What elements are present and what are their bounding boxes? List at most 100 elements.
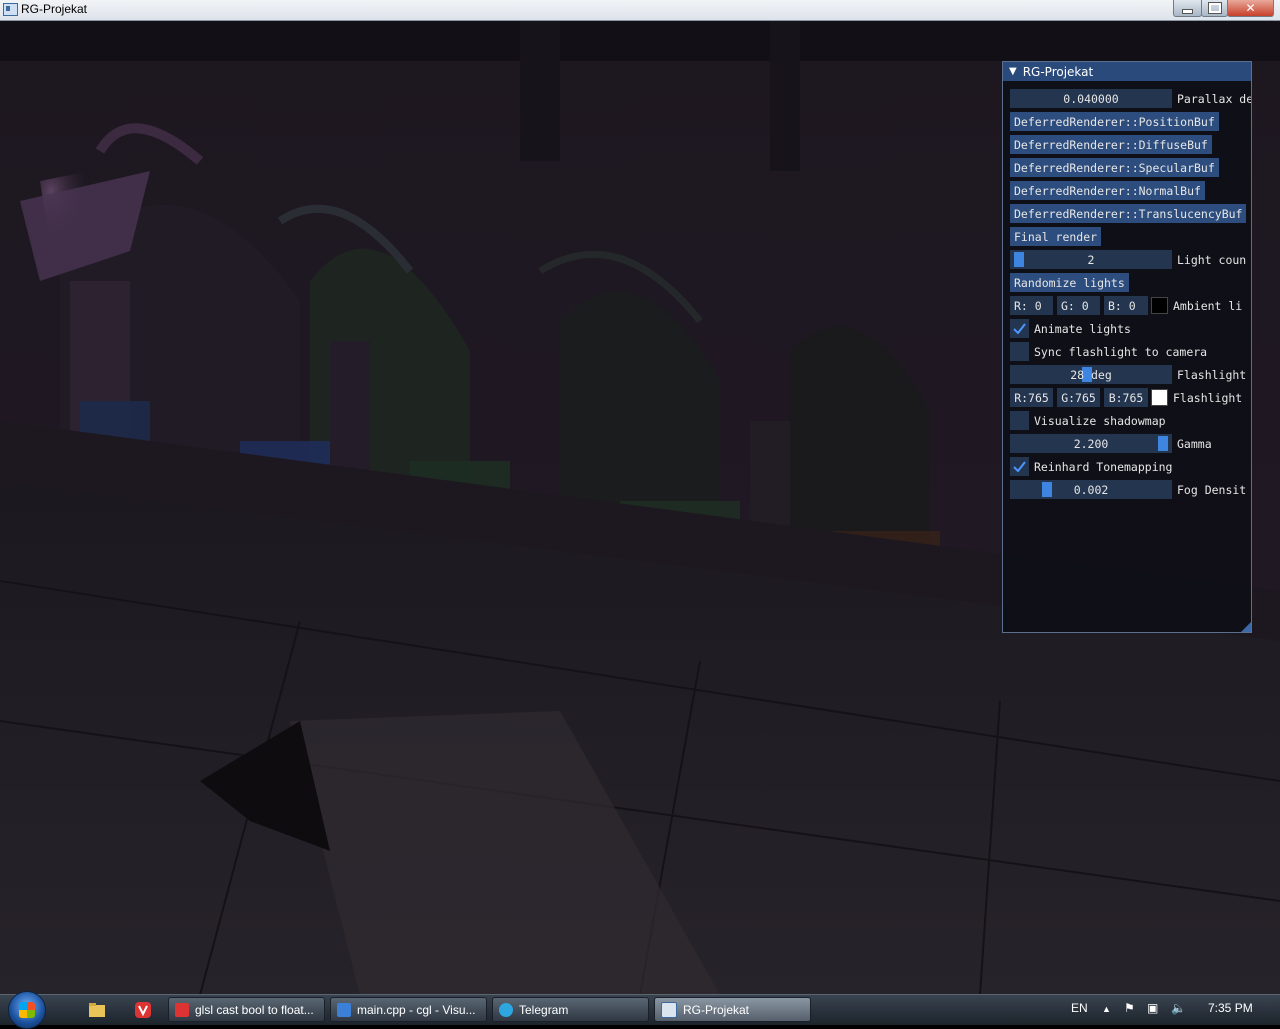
flashlight-r-value: R:765	[1014, 390, 1049, 405]
app-window-icon	[661, 1001, 677, 1018]
final-render-row: Final render	[1010, 227, 1102, 246]
app-window-icon	[3, 3, 18, 16]
gamma-slider[interactable]: 2.200	[1010, 434, 1172, 453]
telegram-icon	[499, 1002, 513, 1017]
animate-lights-checkbox[interactable]	[1010, 319, 1029, 338]
flashlight-angle-row: 28 deg Flashlight	[1010, 365, 1246, 384]
gamma-value: 2.200	[1073, 436, 1109, 451]
explorer-icon[interactable]	[88, 1001, 106, 1019]
windows-logo-icon	[19, 1002, 35, 1018]
taskbar-item-telegram[interactable]: Telegram	[492, 997, 649, 1022]
flashlight-color-row: R:765 G:765 B:765 Flashlight	[1010, 388, 1242, 407]
specular-buf-button[interactable]: DeferredRenderer::SpecularBuf	[1010, 158, 1219, 177]
fog-density-slider[interactable]: 0.002	[1010, 480, 1172, 499]
flashlight-angle-label: Flashlight	[1177, 367, 1247, 382]
panel-header[interactable]: ▼ RG-Projekat	[1003, 62, 1251, 81]
collapse-triangle-icon[interactable]: ▼	[1009, 66, 1017, 77]
gamma-label: Gamma	[1177, 436, 1212, 451]
final-render-button[interactable]: Final render	[1010, 227, 1102, 246]
position-buf-button[interactable]: DeferredRenderer::PositionBuf	[1010, 112, 1219, 131]
minimize-button[interactable]	[1173, 0, 1202, 17]
taskbar-item-label: glsl cast bool to float...	[195, 1002, 314, 1017]
ambient-g-input[interactable]: G: 0	[1057, 296, 1100, 315]
fog-row: 0.002 Fog Densit	[1010, 480, 1246, 499]
buffer-button-row: DeferredRenderer::PositionBuf	[1010, 112, 1219, 131]
resize-grip[interactable]	[1241, 622, 1251, 632]
flashlight-color-swatch[interactable]	[1151, 389, 1168, 406]
taskbar-item-browser[interactable]: glsl cast bool to float...	[168, 997, 325, 1022]
parallax-value: 0.040000	[1063, 91, 1119, 106]
sync-flashlight-row: Sync flashlight to camera	[1010, 342, 1207, 361]
taskbar-item-label: RG-Projekat	[683, 1002, 750, 1017]
taskbar-item-label: Telegram	[519, 1002, 569, 1017]
vivaldi-pinned-icon[interactable]	[134, 1001, 152, 1019]
action-center-flag-icon[interactable]: ⚑	[1124, 1001, 1135, 1015]
flashlight-r-input[interactable]: R:765	[1010, 388, 1053, 407]
show-hidden-icons-icon[interactable]: ▲	[1102, 1004, 1111, 1014]
buffer-button-row: DeferredRenderer::SpecularBuf	[1010, 158, 1219, 177]
animate-lights-row: Animate lights	[1010, 319, 1131, 338]
ambient-r-input[interactable]: R: 0	[1010, 296, 1053, 315]
close-icon: ✕	[1245, 1, 1256, 15]
light-count-label: Light coun	[1177, 252, 1247, 267]
sync-flashlight-label: Sync flashlight to camera	[1034, 344, 1208, 359]
ambient-r-value: R: 0	[1014, 298, 1042, 313]
maximize-button[interactable]	[1201, 0, 1228, 17]
randomize-lights-button[interactable]: Randomize lights	[1010, 273, 1129, 292]
ambient-g-value: G: 0	[1061, 298, 1089, 313]
maximize-icon	[1207, 2, 1222, 14]
reinhard-row: Reinhard Tonemapping	[1010, 457, 1172, 476]
slider-grab[interactable]	[1158, 436, 1168, 451]
visualize-shadowmap-checkbox[interactable]	[1010, 411, 1029, 430]
fog-density-value: 0.002	[1073, 482, 1109, 497]
ambient-row: R: 0 G: 0 B: 0 Ambient li	[1010, 296, 1242, 315]
checkmark-icon	[1013, 323, 1026, 334]
buffer-button-row: DeferredRenderer::DiffuseBuf	[1010, 135, 1212, 154]
volume-icon[interactable]: 🔈	[1171, 1001, 1186, 1015]
ambient-b-value: B: 0	[1108, 298, 1136, 313]
light-count-slider[interactable]: 2	[1010, 250, 1172, 269]
diffuse-buf-button[interactable]: DeferredRenderer::DiffuseBuf	[1010, 135, 1212, 154]
taskbar-item-label: main.cpp - cgl - Visu...	[357, 1002, 476, 1017]
animate-lights-label: Animate lights	[1034, 321, 1131, 336]
taskbar: glsl cast bool to float... main.cpp - cg…	[0, 991, 1280, 1029]
checkmark-icon	[1013, 461, 1026, 472]
flashlight-g-input[interactable]: G:765	[1057, 388, 1100, 407]
translucency-buf-button[interactable]: DeferredRenderer::TranslucencyBuf	[1010, 204, 1247, 223]
clock[interactable]: 7:35 PM	[1208, 1001, 1253, 1015]
slider-grab[interactable]	[1014, 252, 1024, 267]
parallax-input[interactable]: 0.040000	[1010, 89, 1172, 108]
network-icon[interactable]: ▣	[1147, 1001, 1158, 1015]
sync-flashlight-checkbox[interactable]	[1010, 342, 1029, 361]
settings-panel[interactable]: ▼ RG-Projekat 0.040000 Parallax de Defer…	[1002, 61, 1252, 633]
visual-studio-icon	[337, 1002, 351, 1017]
gamma-row: 2.200 Gamma	[1010, 434, 1212, 453]
buffer-button-row: DeferredRenderer::TranslucencyBuf	[1010, 204, 1247, 223]
close-button[interactable]: ✕	[1227, 0, 1274, 17]
fog-density-label: Fog Densit	[1177, 482, 1247, 497]
flashlight-b-input[interactable]: B:765	[1104, 388, 1148, 407]
buffer-button-row: DeferredRenderer::NormalBuf	[1010, 181, 1205, 200]
flashlight-angle-value: 28 deg	[1070, 367, 1112, 382]
ambient-b-input[interactable]: B: 0	[1104, 296, 1148, 315]
light-count-value: 2	[1087, 252, 1095, 267]
vivaldi-icon	[175, 1002, 189, 1017]
flashlight-color-label: Flashlight	[1173, 390, 1243, 405]
visualize-shadowmap-label: Visualize shadowmap	[1034, 413, 1166, 428]
flashlight-b-value: B:765	[1108, 390, 1144, 405]
window-titlebar[interactable]: RG-Projekat ✕	[0, 0, 1280, 21]
normal-buf-button[interactable]: DeferredRenderer::NormalBuf	[1010, 181, 1205, 200]
ambient-color-swatch[interactable]	[1151, 297, 1168, 314]
reinhard-checkbox[interactable]	[1010, 457, 1029, 476]
taskbar-item-visual-studio[interactable]: main.cpp - cgl - Visu...	[330, 997, 487, 1022]
flashlight-g-value: G:765	[1061, 390, 1096, 405]
language-indicator[interactable]: EN	[1071, 1001, 1088, 1015]
start-button[interactable]	[8, 991, 46, 1029]
randomize-row: Randomize lights	[1010, 273, 1129, 292]
reinhard-label: Reinhard Tonemapping	[1034, 459, 1173, 474]
taskbar-item-rg-projekat[interactable]: RG-Projekat	[654, 997, 811, 1022]
parallax-label: Parallax de	[1177, 91, 1252, 106]
flashlight-angle-slider[interactable]: 28 deg	[1010, 365, 1172, 384]
slider-grab[interactable]	[1042, 482, 1052, 497]
minimize-icon	[1182, 8, 1193, 14]
